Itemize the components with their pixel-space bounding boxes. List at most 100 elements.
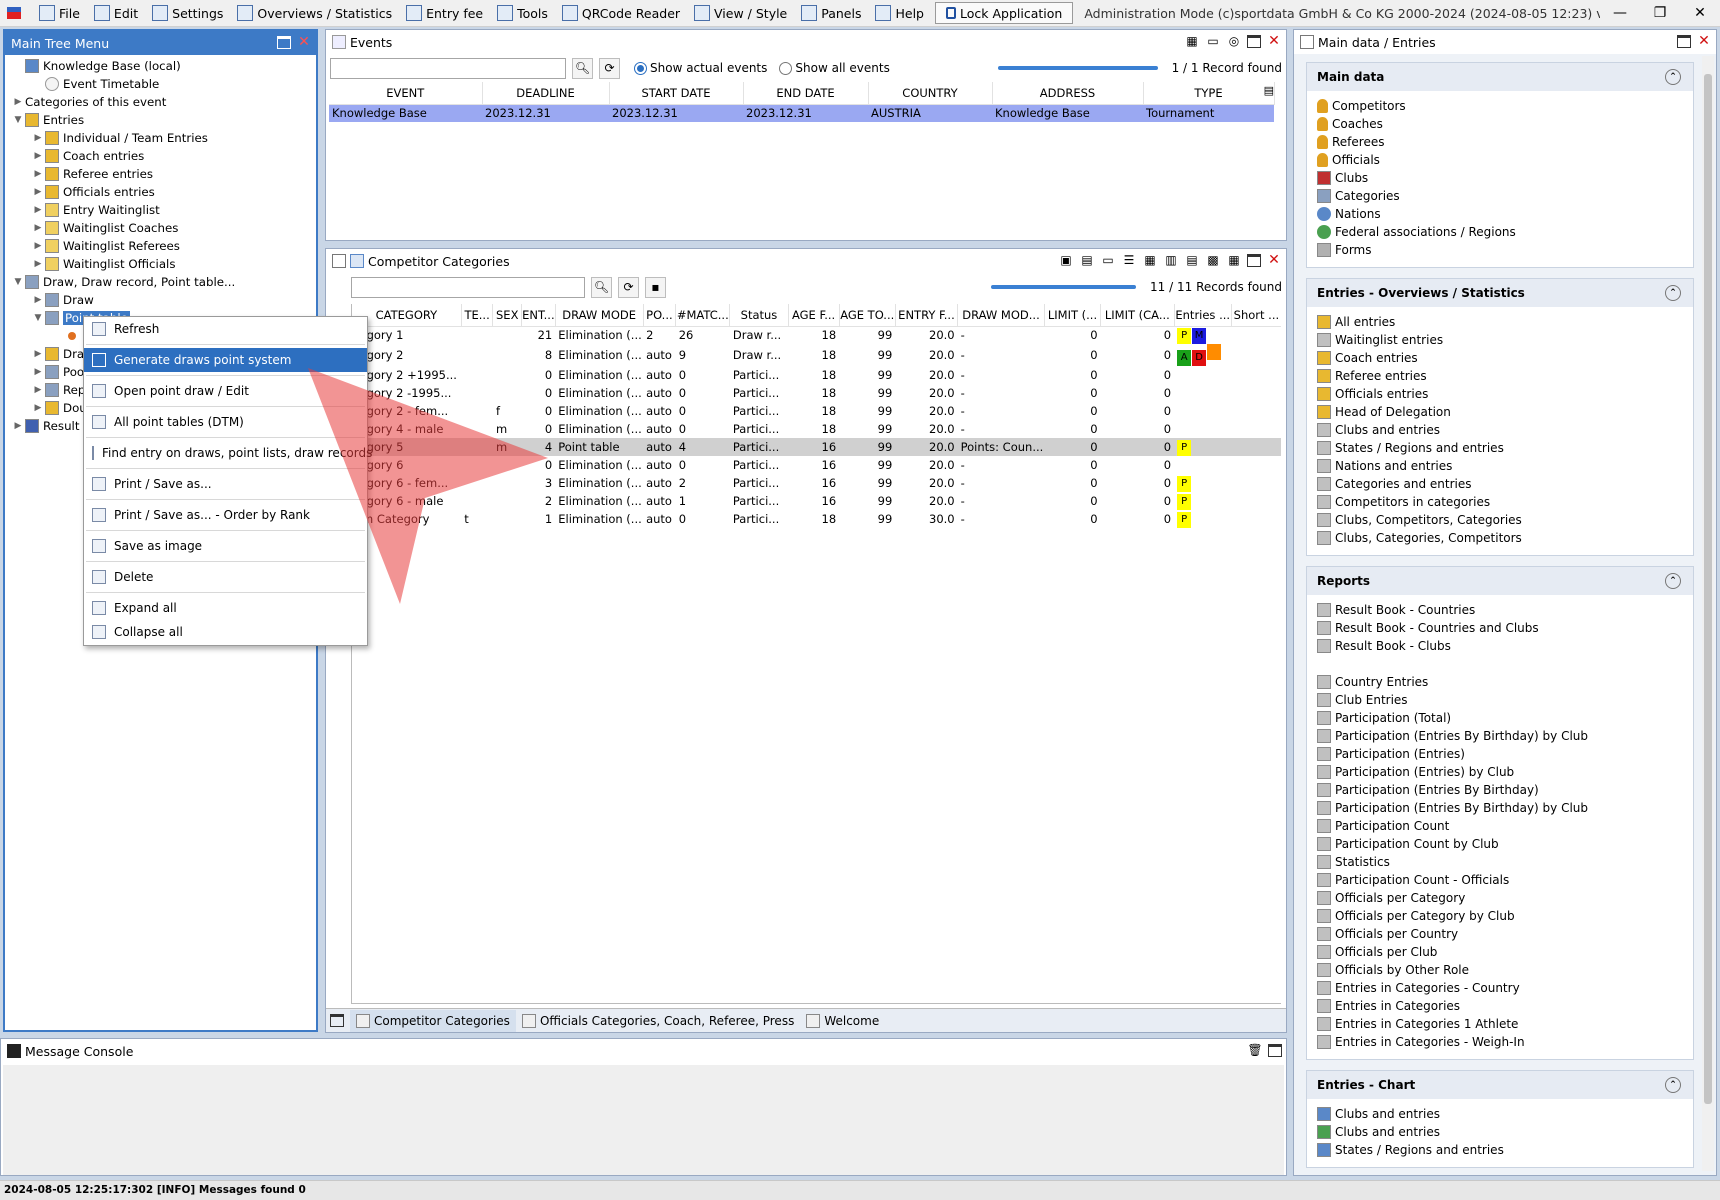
tree-item[interactable]: ▶ Waitinglist Officials [5, 255, 316, 273]
menu-overviews-statistics[interactable]: Overviews / Statistics [230, 0, 399, 26]
link-item[interactable]: Club Entries [1307, 691, 1693, 709]
section-header[interactable]: Reports ⌃ [1307, 567, 1693, 595]
tree-item[interactable]: Event Timetable [5, 75, 316, 93]
trash-icon[interactable]: 🗑︎ [1247, 1042, 1263, 1058]
link-item[interactable]: Nations [1307, 205, 1693, 223]
link-item[interactable]: Result Book - Countries and Clubs [1307, 619, 1693, 637]
link-item[interactable]: Country Entries [1307, 673, 1693, 691]
column-header[interactable]: ADDRESS [992, 82, 1144, 105]
column-header[interactable]: EVENT [329, 82, 483, 105]
menu-view-style[interactable]: View / Style [687, 0, 794, 26]
table-row[interactable]: tegory 1 21 Elimination (... 2 26 Draw r... 18… [352, 326, 1281, 344]
column-header[interactable]: ENT... [521, 304, 556, 327]
table-view-icon[interactable]: ▦ [1226, 252, 1242, 268]
link-item[interactable]: Federal associations / Regions [1307, 223, 1693, 241]
close-icon[interactable]: ✕ [1266, 252, 1282, 268]
link-item[interactable]: Entries in Categories - Country [1307, 979, 1693, 997]
column-header[interactable]: PO... [643, 304, 677, 327]
menu-settings[interactable]: Settings [145, 0, 230, 26]
refresh-button[interactable]: ⟳ [618, 276, 639, 298]
column-header[interactable]: CATEGORY [352, 304, 462, 327]
link-item[interactable]: Participation (Entries By Birthday) by C… [1307, 799, 1693, 817]
refresh-button[interactable]: ⟳ [599, 57, 620, 79]
table-row[interactable]: tegory 6 - male 2 Elimination (... auto 1 Par… [352, 492, 1281, 510]
tool-7-icon[interactable]: ▤ [1184, 252, 1200, 268]
link-item[interactable]: Referee entries [1307, 367, 1693, 385]
link-item[interactable]: Coaches [1307, 115, 1693, 133]
link-item[interactable]: Participation (Entries By Birthday) [1307, 781, 1693, 799]
expanded-icon[interactable]: ▼ [11, 277, 25, 287]
close-icon[interactable]: ✕ [296, 34, 312, 50]
link-item[interactable]: Entries in Categories [1307, 997, 1693, 1015]
link-item[interactable]: Coach entries [1307, 349, 1693, 367]
link-item[interactable]: Competitors in categories [1307, 493, 1693, 511]
collapsed-icon[interactable]: ▶ [31, 349, 45, 359]
column-header[interactable]: END DATE [743, 82, 869, 105]
collapsed-icon[interactable]: ▶ [31, 259, 45, 269]
maximize-icon[interactable] [1677, 35, 1691, 48]
expanded-icon[interactable]: ▼ [31, 313, 45, 323]
collapsed-icon[interactable]: ▶ [31, 151, 45, 161]
column-header[interactable]: Status [729, 304, 789, 327]
tree-item[interactable]: ▶ Waitinglist Referees [5, 237, 316, 255]
link-item[interactable]: Officials [1307, 151, 1693, 169]
link-item[interactable]: Categories and entries [1307, 475, 1693, 493]
categories-search-input[interactable] [351, 276, 585, 298]
tree-item[interactable]: ▶ Entry Waitinglist [5, 201, 316, 219]
expanded-icon[interactable]: ▼ [11, 115, 25, 125]
link-item[interactable]: Nations and entries [1307, 457, 1693, 475]
link-item[interactable]: Participation (Total) [1307, 709, 1693, 727]
collapsed-icon[interactable]: ▶ [11, 97, 25, 107]
link-item[interactable]: Officials entries [1307, 385, 1693, 403]
menu-item-open-point-draw-edit[interactable]: Open point draw / Edit [84, 379, 367, 403]
section-header[interactable]: Main data ⌃ [1307, 63, 1693, 91]
tree-item[interactable]: ▶ Referee entries [5, 165, 316, 183]
link-item[interactable]: Officials per Category by Club [1307, 907, 1693, 925]
menu-entry-fee[interactable]: Entry fee [399, 0, 490, 26]
folder-open-icon[interactable]: ▭ [1205, 33, 1221, 49]
tree-item[interactable]: Knowledge Base (local) [5, 57, 316, 75]
maximize-icon[interactable] [330, 1014, 344, 1027]
menu-tools[interactable]: Tools [490, 0, 555, 26]
menu-item-collapse-all[interactable]: Collapse all [84, 620, 367, 644]
link-item[interactable]: Entries in Categories - Weigh-In [1307, 1033, 1693, 1051]
maximize-icon[interactable] [1268, 1044, 1282, 1057]
column-header[interactable]: LIMIT (CA... [1100, 304, 1175, 327]
column-header[interactable]: DRAW MOD... [957, 304, 1045, 327]
maximize-icon[interactable] [1247, 254, 1261, 267]
column-header[interactable]: SEX [492, 304, 523, 327]
save-button[interactable]: ▪ [645, 276, 666, 298]
column-header[interactable]: ENTRY F... [895, 304, 959, 327]
collapsed-icon[interactable]: ▶ [31, 169, 45, 179]
collapse-icon[interactable]: ⌃ [1665, 573, 1681, 589]
show-all-radio[interactable]: Show all events [779, 61, 890, 75]
tab-competitor-categories[interactable]: Competitor Categories [350, 1009, 516, 1032]
link-item[interactable]: Officials per Club [1307, 943, 1693, 961]
link-item[interactable]: Clubs, Categories, Competitors [1307, 529, 1693, 547]
tool-5-icon[interactable]: ▦ [1142, 252, 1158, 268]
collapse-icon[interactable]: ⌃ [1665, 1077, 1681, 1093]
maximize-icon[interactable] [277, 36, 291, 49]
clipboard-icon[interactable]: ▤ [1079, 252, 1095, 268]
tree-item[interactable]: ▼ Draw, Draw record, Point table... [5, 273, 316, 291]
menu-qrcode-reader[interactable]: QRCode Reader [555, 0, 687, 26]
menu-item-print-save-as-order-by-rank[interactable]: Print / Save as... - Order by Rank [84, 503, 367, 527]
table-row[interactable]: tegory 2 +1995... 0 Elimination (... auto 0 P… [352, 366, 1281, 384]
menu-help[interactable]: Help [868, 0, 931, 26]
tool-6-icon[interactable]: ▥ [1163, 252, 1179, 268]
right-scrollbar[interactable] [1702, 56, 1714, 1171]
link-item[interactable]: States / Regions and entries [1307, 1141, 1693, 1159]
column-header[interactable]: AGE F... [788, 304, 840, 327]
list-icon[interactable]: ☰ [1121, 252, 1137, 268]
tool-1-icon[interactable]: ▣ [1058, 252, 1074, 268]
tab-welcome[interactable]: Welcome [800, 1010, 885, 1032]
menu-item-delete[interactable]: Delete [84, 565, 367, 589]
column-header[interactable]: TE... [461, 304, 494, 327]
tool-3-icon[interactable]: ▭ [1100, 252, 1116, 268]
menu-item-all-point-tables-dtm[interactable]: All point tables (DTM) [84, 410, 367, 434]
table-row[interactable]: tegory 2 8 Elimination (... auto 9 Draw r... 1… [352, 344, 1281, 366]
link-item[interactable]: Categories [1307, 187, 1693, 205]
link-item[interactable]: Participation (Entries By Birthday) by C… [1307, 727, 1693, 745]
link-item[interactable]: Clubs [1307, 169, 1693, 187]
link-item[interactable]: States / Regions and entries [1307, 439, 1693, 457]
